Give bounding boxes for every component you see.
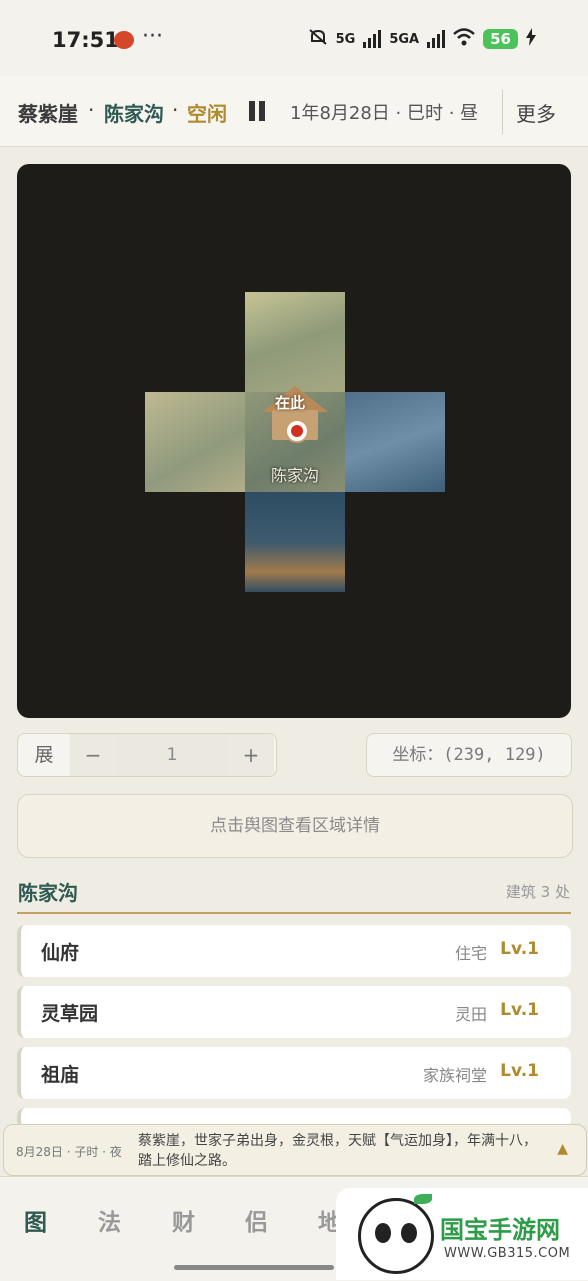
current-location[interactable]: 陈家沟 xyxy=(104,98,164,127)
zoom-label: 展 xyxy=(34,744,54,766)
charging-icon xyxy=(526,28,536,50)
building-level: Lv.1 xyxy=(500,1000,539,1020)
building-level: Lv.1 xyxy=(500,939,539,959)
signal-5g-label: 5G xyxy=(335,31,356,47)
leaf-icon xyxy=(414,1194,432,1204)
building-row[interactable]: 灵草园 灵田 Lv.1 xyxy=(17,986,571,1038)
top-bar: 蔡紫崖 · 陈家沟 · 空闲 1年8月28日 · 巳时 · 昼 更多 xyxy=(0,76,588,147)
building-row[interactable]: 祖庙 家族祠堂 Lv.1 xyxy=(17,1047,571,1099)
building-name: 灵草园 xyxy=(41,1003,99,1025)
building-type: 住宅 xyxy=(454,944,487,963)
divider xyxy=(502,90,503,134)
watermark-title: 国宝手游网 xyxy=(440,1216,560,1244)
event-time: 8月28日 · 子时 · 夜 xyxy=(16,1145,122,1159)
activity-status: 空闲 xyxy=(187,102,227,126)
map-tile-north[interactable] xyxy=(245,292,345,392)
signal-icon xyxy=(363,30,382,48)
region-detail-button[interactable]: 点击舆图查看区域详情 xyxy=(17,794,573,858)
battery-level: 56 xyxy=(483,29,518,49)
status-indicators: 5G 5GA 56 xyxy=(308,28,536,50)
building-count: 建筑 3 处 xyxy=(505,883,570,901)
map-tile-east[interactable] xyxy=(345,392,445,492)
app-notification-icon xyxy=(114,31,134,49)
panda-logo-icon xyxy=(358,1198,434,1274)
zoom-value: 1 xyxy=(116,734,228,776)
character-name[interactable]: 蔡紫崖 xyxy=(18,98,78,127)
nav-tab-techniques[interactable]: 法 xyxy=(98,1203,121,1237)
event-text: 蔡紫崖，世家子弟出身，金灵根，天赋【气运加身】，年满十八，踏上修仙之路。 xyxy=(138,1133,537,1169)
here-label: 在此 xyxy=(275,394,306,412)
zoom-control: 展 − 1 + xyxy=(17,733,277,777)
watermark: 国宝手游网 WWW.GB315.COM xyxy=(336,1188,588,1280)
map-place-label: 陈家沟 xyxy=(270,466,319,485)
signal-5ga-label: 5GA xyxy=(389,31,420,47)
status-more-icon: ··· xyxy=(142,24,163,49)
nav-tab-wealth[interactable]: 财 xyxy=(172,1203,195,1237)
world-map[interactable]: 在此 陈家沟 xyxy=(17,164,571,718)
home-indicator xyxy=(174,1265,334,1270)
separator: · xyxy=(172,98,179,122)
mute-icon xyxy=(308,28,328,50)
wifi-icon xyxy=(453,28,475,50)
separator: · xyxy=(88,98,95,122)
signal-icon-2 xyxy=(427,30,446,48)
zoom-out-button[interactable]: − xyxy=(70,734,116,776)
coordinate-display: 坐标：(239, 129) xyxy=(366,733,572,777)
building-name: 祖庙 xyxy=(41,1064,80,1086)
game-date: 1年8月28日 · 巳时 · 昼 xyxy=(290,103,479,124)
region-title: 陈家沟 xyxy=(18,881,78,905)
map-tile-west[interactable] xyxy=(145,392,245,492)
building-row[interactable]: 仙府 住宅 Lv.1 xyxy=(17,925,571,977)
more-button[interactable]: 更多 xyxy=(516,98,556,127)
status-bar: 17:51 ··· 5G 5GA 56 xyxy=(0,0,588,76)
building-level: Lv.1 xyxy=(500,1061,539,1081)
expand-arrow-icon[interactable]: ▲ xyxy=(557,1141,568,1157)
watermark-url: WWW.GB315.COM xyxy=(444,1246,571,1261)
map-tile-south[interactable] xyxy=(245,492,345,592)
building-type: 家族祠堂 xyxy=(422,1066,487,1085)
pause-icon[interactable] xyxy=(247,101,267,123)
building-name: 仙府 xyxy=(41,942,80,964)
zoom-in-button[interactable]: + xyxy=(228,734,274,776)
nav-tab-map[interactable]: 图 xyxy=(24,1203,47,1237)
status-time: 17:51 xyxy=(52,28,119,52)
region-divider xyxy=(17,912,571,914)
nav-tab-companion[interactable]: 侣 xyxy=(245,1203,268,1237)
building-type: 灵田 xyxy=(454,1005,487,1024)
location-marker-icon xyxy=(285,419,309,443)
event-log-bar[interactable]: 8月28日 · 子时 · 夜 蔡紫崖，世家子弟出身，金灵根，天赋【气运加身】，年… xyxy=(3,1124,587,1176)
